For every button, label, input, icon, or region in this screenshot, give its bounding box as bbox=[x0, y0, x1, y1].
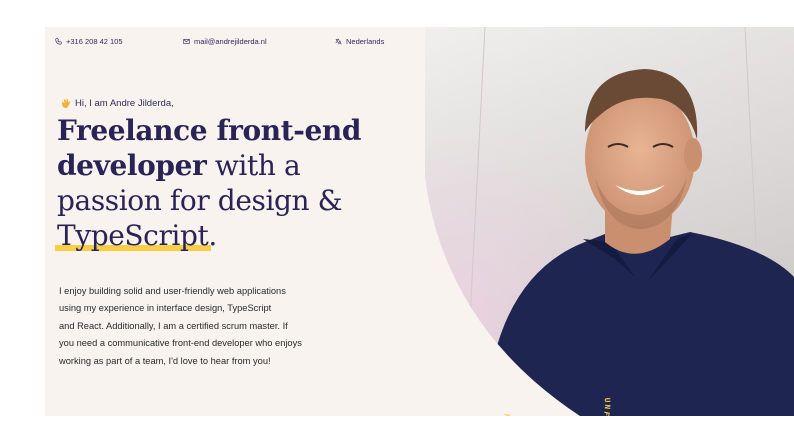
svg-text:UNFORTUNATELY CURRENTLY I'M NO: UNFORTUNATELY CURRENTLY I'M NOT AVAILABL… bbox=[497, 344, 612, 416]
stamp-text: UNFORTUNATELY CURRENTLY I'M NOT AVAILABL… bbox=[497, 344, 610, 416]
headline-line-1: Freelance front-end bbox=[57, 114, 362, 147]
intro-line: working as part of a team, I'd love to h… bbox=[59, 355, 271, 366]
mail-icon bbox=[183, 39, 190, 44]
intro-line: you need a communicative front-end devel… bbox=[59, 338, 302, 349]
headline-line-2-light: with a bbox=[206, 149, 301, 182]
language-switch[interactable]: Nederlands bbox=[335, 37, 384, 46]
hero-section: +316 208 42 105 mail@andrejilderda.nl Ne… bbox=[45, 27, 794, 416]
headline-line-3: passion for design & bbox=[57, 184, 343, 217]
email-link[interactable]: mail@andrejilderda.nl bbox=[183, 37, 267, 46]
intro-line: and React. Additionally, I am a certifie… bbox=[59, 320, 288, 331]
language-label: Nederlands bbox=[346, 37, 385, 46]
phone-icon bbox=[55, 38, 62, 45]
page-title: Freelance front-end developer with a pas… bbox=[54, 113, 387, 253]
intro-line: using my experience in interface design,… bbox=[59, 303, 272, 314]
greeting-text: Hi, I am Andre Jilderda, bbox=[75, 98, 174, 109]
translate-icon bbox=[335, 38, 342, 45]
email-address: mail@andrejilderda.nl bbox=[194, 37, 267, 46]
headline-highlight: TypeScript bbox=[54, 219, 212, 252]
contact-bar: +316 208 42 105 mail@andrejilderda.nl Ne… bbox=[55, 37, 395, 49]
availability-stamp: UNFORTUNATELY CURRENTLY I'M NOT AVAILABL… bbox=[497, 344, 612, 416]
intro-line: I enjoy building solid and user-friendly… bbox=[59, 286, 286, 296]
phone-number: +316 208 42 105 bbox=[66, 37, 123, 46]
headline-period: . bbox=[208, 219, 217, 252]
greeting: Hi, I am Andre Jilderda, bbox=[60, 98, 174, 109]
intro-paragraph: I enjoy building solid and user-friendly… bbox=[59, 283, 389, 370]
phone-link[interactable]: +316 208 42 105 bbox=[55, 37, 123, 46]
waving-hand-icon bbox=[61, 99, 71, 109]
headline-line-2-bold: developer bbox=[57, 149, 207, 182]
